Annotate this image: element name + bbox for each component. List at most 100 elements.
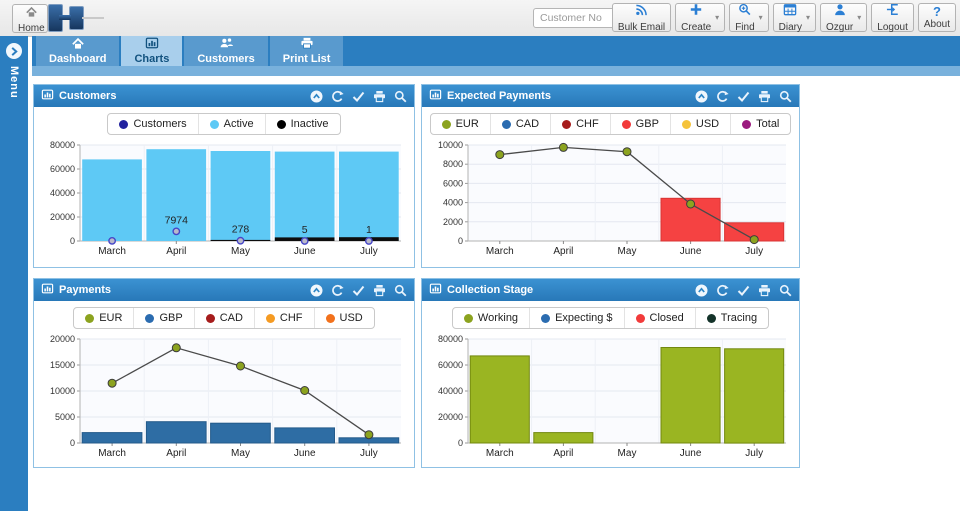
panel-toolbar xyxy=(310,90,407,103)
legend-dot xyxy=(681,119,691,129)
search-icon[interactable] xyxy=(394,90,407,103)
menu-expand-icon[interactable] xyxy=(6,43,22,59)
legend-item-chf[interactable]: CHF xyxy=(255,308,315,328)
svg-text:10000: 10000 xyxy=(438,140,463,150)
legend-dot xyxy=(325,313,335,323)
svg-text:40000: 40000 xyxy=(438,386,463,396)
panel-toolbar xyxy=(695,90,792,103)
home-button[interactable]: Home xyxy=(12,4,48,34)
svg-text:March: March xyxy=(98,448,126,459)
legend-item-working[interactable]: Working xyxy=(453,308,531,328)
user-menu-button[interactable]: Ozgur ▾ xyxy=(820,3,868,33)
legend-item-inactive[interactable]: Inactive xyxy=(266,114,340,134)
legend-item-eur[interactable]: EUR xyxy=(431,114,491,134)
home-icon xyxy=(71,37,85,52)
print-icon[interactable] xyxy=(758,284,771,297)
diary-button[interactable]: Diary ▾ xyxy=(772,3,817,33)
svg-text:5000: 5000 xyxy=(55,412,75,422)
collapse-icon[interactable] xyxy=(695,90,708,103)
bar-chart-icon xyxy=(41,87,54,105)
create-button[interactable]: Create ▾ xyxy=(675,3,726,33)
refresh-icon[interactable] xyxy=(716,90,729,103)
refresh-icon[interactable] xyxy=(331,90,344,103)
svg-text:0: 0 xyxy=(70,438,75,448)
chart-canvas: 0 20000 40000 60000 80000 March April May June Ju… xyxy=(422,333,799,459)
collapse-icon[interactable] xyxy=(310,284,323,297)
legend-dot xyxy=(621,119,631,129)
legend-item-chf[interactable]: CHF xyxy=(551,114,611,134)
legend-label: Inactive xyxy=(290,118,329,130)
tab-print-list[interactable]: Print List xyxy=(269,36,344,66)
panel-title: Expected Payments xyxy=(447,90,551,102)
legend-item-eur[interactable]: EUR xyxy=(74,308,135,328)
svg-text:2000: 2000 xyxy=(443,217,463,227)
legend-item-tracing[interactable]: Tracing xyxy=(696,308,768,328)
users-icon xyxy=(219,37,234,52)
svg-text:June: June xyxy=(294,448,316,459)
chart-canvas: 0 20000 40000 60000 80000 March April May June Ju… xyxy=(34,139,414,257)
legend-item-total[interactable]: Total xyxy=(731,114,790,134)
tab-charts[interactable]: Charts xyxy=(121,36,183,66)
tab-dashboard[interactable]: Dashboard xyxy=(36,36,120,66)
create-dropdown-caret[interactable]: ▾ xyxy=(715,13,719,22)
user-dropdown-caret[interactable]: ▾ xyxy=(857,13,861,22)
chart-canvas: 0 2000 4000 6000 8000 10000 March April May June J… xyxy=(422,139,799,257)
print-icon[interactable] xyxy=(373,90,386,103)
svg-text:20000: 20000 xyxy=(438,412,463,422)
legend-dot xyxy=(463,313,473,323)
find-button[interactable]: Find ▾ xyxy=(729,3,769,33)
diary-dropdown-caret[interactable]: ▾ xyxy=(806,13,810,22)
find-dropdown-caret[interactable]: ▾ xyxy=(759,13,763,22)
legend-item-usd[interactable]: USD xyxy=(671,114,732,134)
legend-dot xyxy=(562,119,572,129)
panel-header: Expected Payments xyxy=(422,85,799,107)
check-icon[interactable] xyxy=(352,90,365,103)
chart-panel-customers: Customers Customers Active Inactive 0 20000… xyxy=(33,84,415,268)
svg-text:April: April xyxy=(166,246,186,257)
logout-button[interactable]: Logout xyxy=(871,3,914,33)
collapse-icon[interactable] xyxy=(695,284,708,297)
print-icon[interactable] xyxy=(373,284,386,297)
legend-dot xyxy=(209,119,219,129)
collapse-icon[interactable] xyxy=(310,90,323,103)
svg-text:April: April xyxy=(553,448,573,459)
panel-header: Customers xyxy=(34,85,414,107)
svg-text:June: June xyxy=(294,246,316,257)
legend-item-closed[interactable]: Closed xyxy=(625,308,696,328)
legend-item-usd[interactable]: USD xyxy=(315,308,374,328)
panel-title: Collection Stage xyxy=(447,284,534,296)
legend-item-cad[interactable]: CAD xyxy=(195,308,255,328)
check-icon[interactable] xyxy=(737,90,750,103)
bar-chart-icon xyxy=(429,87,442,105)
print-icon[interactable] xyxy=(758,90,771,103)
legend-item-gbp[interactable]: GBP xyxy=(134,308,195,328)
legend-label: GBP xyxy=(159,312,183,324)
tab-customers[interactable]: Customers xyxy=(184,36,268,66)
legend-item-customers[interactable]: Customers xyxy=(108,114,199,134)
bulk-email-button[interactable]: Bulk Email xyxy=(611,3,672,33)
legend-item-cad[interactable]: CAD xyxy=(491,114,552,134)
svg-text:10000: 10000 xyxy=(50,386,75,396)
search-icon[interactable] xyxy=(394,284,407,297)
bar-chart-icon xyxy=(429,281,442,299)
plus-icon xyxy=(689,3,703,21)
svg-text:7974: 7974 xyxy=(165,214,189,226)
chart-legend: Working Expecting $ Closed Tracing xyxy=(451,307,770,329)
refresh-icon[interactable] xyxy=(716,284,729,297)
svg-text:May: May xyxy=(618,246,637,257)
search-icon[interactable] xyxy=(779,90,792,103)
search-icon[interactable] xyxy=(779,284,792,297)
check-icon[interactable] xyxy=(737,284,750,297)
legend-item-expecting-[interactable]: Expecting $ xyxy=(530,308,625,328)
legend-dot xyxy=(145,313,155,323)
legend-label: EUR xyxy=(99,312,123,324)
tab-sub-strip xyxy=(32,66,960,76)
refresh-icon[interactable] xyxy=(331,284,344,297)
panel-title: Customers xyxy=(59,90,117,102)
legend-item-gbp[interactable]: GBP xyxy=(611,114,671,134)
legend-item-active[interactable]: Active xyxy=(199,114,266,134)
check-icon[interactable] xyxy=(352,284,365,297)
about-button[interactable]: ? About xyxy=(917,3,956,32)
legend-label: CAD xyxy=(515,118,540,130)
legend-dot xyxy=(742,119,752,129)
